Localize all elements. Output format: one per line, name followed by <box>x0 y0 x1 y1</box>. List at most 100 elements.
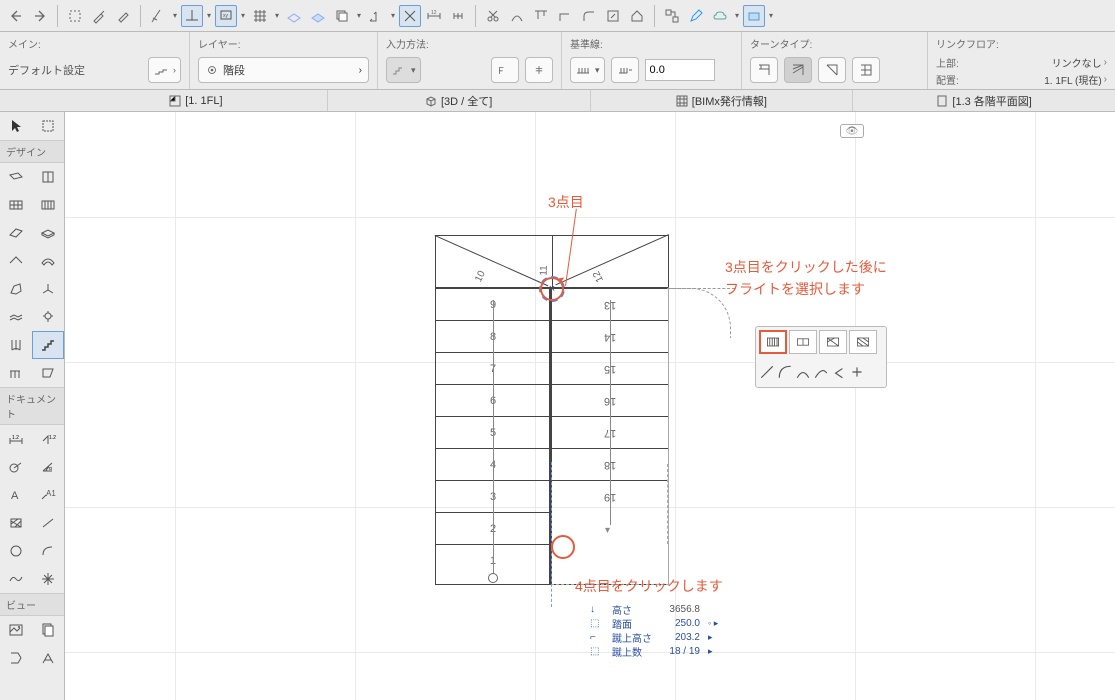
origin-icon[interactable] <box>365 5 387 27</box>
segment-arc-button[interactable] <box>777 360 793 384</box>
guide-icon[interactable] <box>147 5 169 27</box>
corner-icon[interactable] <box>554 5 576 27</box>
construction-side-button[interactable] <box>491 57 519 83</box>
baseline-input[interactable] <box>645 59 715 81</box>
tab-floorplan[interactable]: [1. 1FL] <box>65 90 328 111</box>
dim-vert-icon[interactable] <box>447 5 469 27</box>
arrow-tool-icon[interactable] <box>0 112 32 140</box>
segment-tangent-button[interactable] <box>813 360 829 384</box>
dropdown-icon[interactable]: ▾ <box>272 5 282 27</box>
grid-icon[interactable] <box>249 5 271 27</box>
svg-text:A1: A1 <box>46 489 56 498</box>
plane-icon[interactable] <box>283 5 305 27</box>
edit-icon[interactable] <box>685 5 707 27</box>
syringe-icon[interactable] <box>112 5 134 27</box>
beam-tool-icon[interactable] <box>0 219 32 247</box>
arc-tool-icon[interactable] <box>32 537 64 565</box>
mesh-tool-icon[interactable] <box>0 303 32 331</box>
snap-perp-icon[interactable] <box>181 5 203 27</box>
eyedropper-icon[interactable] <box>88 5 110 27</box>
dropdown-icon[interactable]: ▾ <box>354 5 364 27</box>
plane2-icon[interactable] <box>307 5 329 27</box>
turn-type-3-button[interactable] <box>818 57 846 83</box>
dropdown-icon[interactable]: ▾ <box>388 5 398 27</box>
door-tool-icon[interactable] <box>32 163 64 191</box>
stair-tool-icon[interactable] <box>32 331 64 359</box>
snap-xy-icon[interactable]: xy <box>215 5 237 27</box>
segment-add-button[interactable] <box>849 360 865 384</box>
geometry-mode-button[interactable]: ▾ <box>386 57 421 83</box>
label-tool-icon[interactable]: A1 <box>32 481 64 509</box>
lamp-tool-icon[interactable] <box>32 303 64 331</box>
adjust-icon[interactable] <box>506 5 528 27</box>
group-icon[interactable] <box>661 5 683 27</box>
spline-tool-icon[interactable] <box>0 565 32 593</box>
baseline-offset-button[interactable] <box>611 57 639 83</box>
baseline-type-button[interactable]: ▾ <box>570 57 605 83</box>
snap-icon[interactable] <box>399 5 421 27</box>
fill-tool-icon[interactable] <box>0 509 32 537</box>
slab-tool-icon[interactable] <box>32 219 64 247</box>
fillet-icon[interactable] <box>578 5 600 27</box>
resize-icon[interactable] <box>602 5 624 27</box>
dropdown-icon[interactable]: ▾ <box>204 5 214 27</box>
line-tool-icon[interactable] <box>32 509 64 537</box>
chevron-right-icon[interactable]: › <box>1104 74 1107 85</box>
tab-layout[interactable]: [1.3 各階平面図] <box>853 90 1115 111</box>
undo-icon[interactable] <box>5 5 27 27</box>
marquee-tool-icon[interactable] <box>32 112 64 140</box>
dropdown-icon[interactable]: ▾ <box>170 5 180 27</box>
turn-type-4-button[interactable] <box>852 57 880 83</box>
circle-tool-icon[interactable] <box>0 537 32 565</box>
magic-icon[interactable] <box>743 5 765 27</box>
tab-bimx[interactable]: [BIMx発行情報] <box>591 90 854 111</box>
dropdown-icon[interactable]: ▾ <box>238 5 248 27</box>
flight-type-winder2-button[interactable] <box>849 330 877 354</box>
dropdown-icon[interactable]: ▾ <box>766 5 776 27</box>
canvas[interactable]: 👁 10 11 12 9 8 7 6 5 4 3 2 1 <box>65 112 1115 700</box>
cloud-icon[interactable] <box>709 5 731 27</box>
roof-tool-icon[interactable] <box>0 247 32 275</box>
marquee-icon[interactable] <box>64 5 86 27</box>
angle-dim-icon[interactable]: α <box>32 453 64 481</box>
align-top-icon[interactable] <box>530 5 552 27</box>
curtainwall-tool-icon[interactable] <box>0 331 32 359</box>
railing-tool-icon[interactable] <box>0 359 32 387</box>
layer-select[interactable]: 階段 › <box>198 57 369 83</box>
segment-arc2-button[interactable] <box>795 360 811 384</box>
drawing-tool-icon[interactable] <box>32 616 64 644</box>
dropdown-icon[interactable]: ▾ <box>732 5 742 27</box>
zone-tool-icon[interactable] <box>32 359 64 387</box>
construction-center-button[interactable] <box>525 57 553 83</box>
redo-icon[interactable] <box>29 5 51 27</box>
plane-stack-icon[interactable] <box>331 5 353 27</box>
column-tool-icon[interactable] <box>32 191 64 219</box>
radial-dim-icon[interactable] <box>0 453 32 481</box>
flight-type-winder1-button[interactable] <box>819 330 847 354</box>
favorites-button[interactable]: › <box>148 57 181 83</box>
dim-horiz-icon[interactable]: 12 <box>423 5 445 27</box>
object-tool-icon[interactable] <box>32 275 64 303</box>
morph-tool-icon[interactable] <box>0 275 32 303</box>
flight-type-straight-button[interactable] <box>759 330 787 354</box>
turn-type-1-button[interactable] <box>750 57 778 83</box>
wall-tool-icon[interactable] <box>0 163 32 191</box>
dim-tool-icon[interactable]: 1.2 <box>0 425 32 453</box>
section-tool-icon[interactable] <box>0 644 32 672</box>
segment-line-button[interactable] <box>759 360 775 384</box>
window-tool-icon[interactable] <box>0 191 32 219</box>
top-toolbar: ▾ ▾ xy ▾ ▾ ▾ ▾ 12 ▾ ▾ <box>0 0 1115 32</box>
text-tool-icon[interactable]: A <box>0 481 32 509</box>
chevron-right-icon[interactable]: › <box>1104 57 1107 68</box>
segment-back-button[interactable] <box>831 360 847 384</box>
flight-type-landing-button[interactable] <box>789 330 817 354</box>
tab-3d[interactable]: [3D / 全て] <box>328 90 591 111</box>
cut-icon[interactable] <box>482 5 504 27</box>
turn-type-2-button[interactable] <box>784 57 812 83</box>
level-tool-icon[interactable]: 1.2 <box>32 425 64 453</box>
home-icon[interactable] <box>626 5 648 27</box>
hotspot-tool-icon[interactable] <box>32 565 64 593</box>
shell-tool-icon[interactable] <box>32 247 64 275</box>
picture-tool-icon[interactable] <box>0 616 32 644</box>
elev-tool-icon[interactable] <box>32 644 64 672</box>
